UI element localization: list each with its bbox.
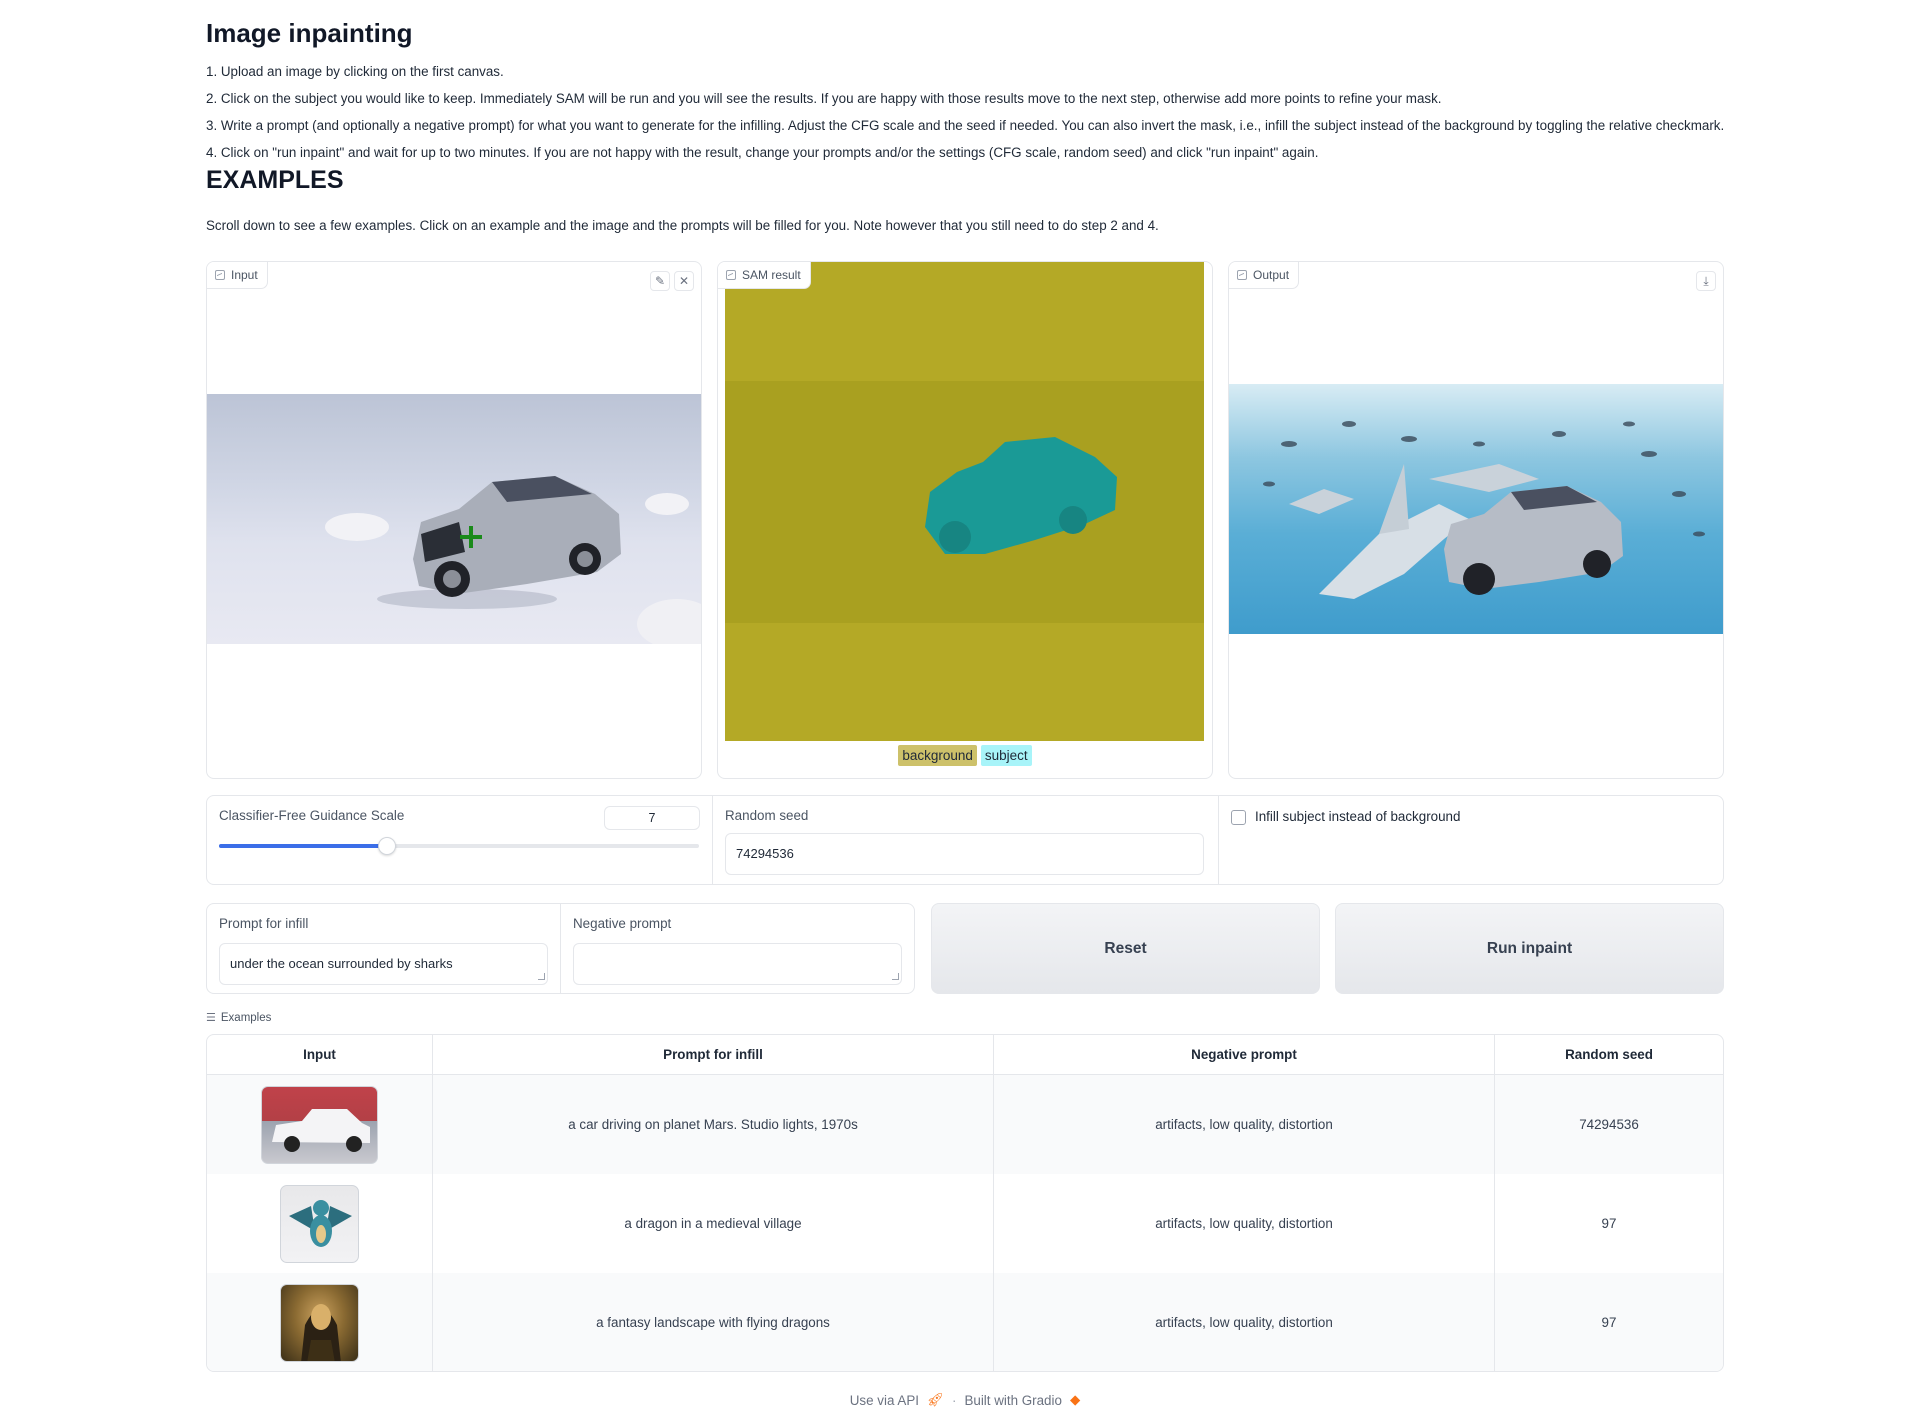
separator-dot: · [951,1392,957,1408]
examples-heading-text: Examples [220,1011,272,1024]
example-negative[interactable]: artifacts, low quality, distortion [994,1174,1495,1273]
invert-mask-block: Infill subject instead of background [1219,796,1723,884]
use-api-link[interactable]: Use via API [850,1393,919,1408]
cfg-scale-number-input[interactable]: 7 [604,806,700,830]
input-label: Input [207,262,268,289]
input-label-text: Input [231,268,258,282]
prompts-row: Prompt for infill under the ocean surrou… [206,903,915,994]
instructions: 1. Upload an image by clicking on the fi… [206,58,1724,166]
seed-label: Random seed [725,808,809,823]
example-seed[interactable]: 97 [1495,1174,1723,1273]
cfg-scale-slider[interactable] [219,844,699,848]
rocket-icon: 🚀︎ [926,1392,944,1407]
table-header: Input Prompt for infill Negative prompt … [207,1035,1723,1075]
cfg-scale-label: Classifier-Free Guidance Scale [219,808,405,823]
download-icon[interactable]: ⤓ [1696,271,1716,291]
cfg-slider-thumb[interactable] [378,837,396,855]
example-thumbnail-car[interactable] [261,1085,378,1164]
run-inpaint-button[interactable]: Run inpaint [1335,903,1724,994]
table-row[interactable]: a car driving on planet Mars. Studio lig… [207,1075,1723,1174]
sam-result-image [725,262,1204,741]
close-icon[interactable]: ✕ [674,271,694,291]
examples-intro: Scroll down to see a few examples. Click… [206,218,1159,233]
output-image-panel: Output ⤓ [1228,261,1724,779]
cfg-scale-block: Classifier-Free Guidance Scale 7 [207,796,713,884]
examples-heading: ☰ Examples [206,1011,272,1025]
example-seed[interactable]: 97 [1495,1273,1723,1371]
column-header: Input [207,1035,433,1074]
image-icon [215,270,225,280]
example-thumbnail-cell[interactable] [207,1174,433,1273]
footer: Use via API 🚀︎ · Built with Gradio ◆ [206,1392,1724,1408]
column-header: Negative prompt [994,1035,1495,1074]
table-row[interactable]: a fantasy landscape with flying dragons … [207,1273,1723,1371]
built-with-gradio-link[interactable]: Built with Gradio [964,1393,1062,1408]
example-prompt[interactable]: a car driving on planet Mars. Studio lig… [433,1075,994,1174]
cfg-slider-fill [219,844,387,848]
prompt-label: Prompt for infill [219,916,309,931]
resize-grip-icon[interactable] [892,973,899,980]
input-image[interactable] [207,394,701,644]
step-3: 3. Write a prompt (and optionally a nega… [206,118,1725,133]
negative-prompt-block: Negative prompt [561,904,914,993]
step-1: 1. Upload an image by clicking on the fi… [206,64,504,79]
negative-prompt-textarea[interactable] [573,943,902,985]
examples-table: Input Prompt for infill Negative prompt … [206,1034,1724,1372]
example-negative[interactable]: artifacts, low quality, distortion [994,1273,1495,1371]
legend-background: background [898,745,977,766]
page-title: Image inpainting [206,18,413,48]
gradio-logo-icon: ◆ [1069,1392,1081,1407]
column-header: Random seed [1565,1047,1653,1062]
seed-block: Random seed 74294536 [713,796,1219,884]
list-icon: ☰ [206,1012,216,1024]
example-thumbnail-cell[interactable] [207,1075,433,1174]
example-prompt[interactable]: a dragon in a medieval village [433,1174,994,1273]
negative-prompt-label: Negative prompt [573,916,672,931]
example-prompt[interactable]: a fantasy landscape with flying dragons [433,1273,994,1371]
sam-label-text: SAM result [742,268,801,282]
legend-subject: subject [980,745,1032,766]
image-icon [726,270,736,280]
sam-label: SAM result [718,262,811,289]
reset-button[interactable]: Reset [931,903,1320,994]
example-thumbnail-dragon[interactable] [280,1184,359,1263]
resize-grip-icon[interactable] [538,973,545,980]
column-header: Prompt for infill [433,1035,994,1074]
settings-row: Classifier-Free Guidance Scale 7 Random … [206,795,1724,885]
prompt-block: Prompt for infill under the ocean surrou… [207,904,561,993]
seed-input[interactable]: 74294536 [725,833,1204,875]
output-label: Output [1229,262,1300,289]
step-4: 4. Click on "run inpaint" and wait for u… [206,145,1319,160]
image-icon [1237,270,1247,280]
input-image-panel[interactable]: Input ✎ ✕ [206,261,702,779]
table-row[interactable]: a dragon in a medieval village artifacts… [207,1174,1723,1273]
output-image [1229,384,1723,634]
step-2: 2. Click on the subject you would like t… [206,91,1442,106]
invert-mask-checkbox[interactable] [1231,810,1246,825]
example-seed[interactable]: 74294536 [1495,1075,1723,1174]
example-thumbnail-cell[interactable] [207,1273,433,1371]
example-thumbnail-painting[interactable] [280,1283,359,1362]
example-negative[interactable]: artifacts, low quality, distortion [994,1075,1495,1174]
prompt-textarea[interactable]: under the ocean surrounded by sharks [219,943,548,985]
sam-result-panel: SAM result background subject [717,261,1213,779]
sam-legend: background subject [718,745,1212,766]
invert-mask-label[interactable]: Infill subject instead of background [1255,809,1460,824]
edit-icon[interactable]: ✎ [650,271,670,291]
examples-title: EXAMPLES [206,166,344,194]
output-label-text: Output [1253,268,1290,282]
